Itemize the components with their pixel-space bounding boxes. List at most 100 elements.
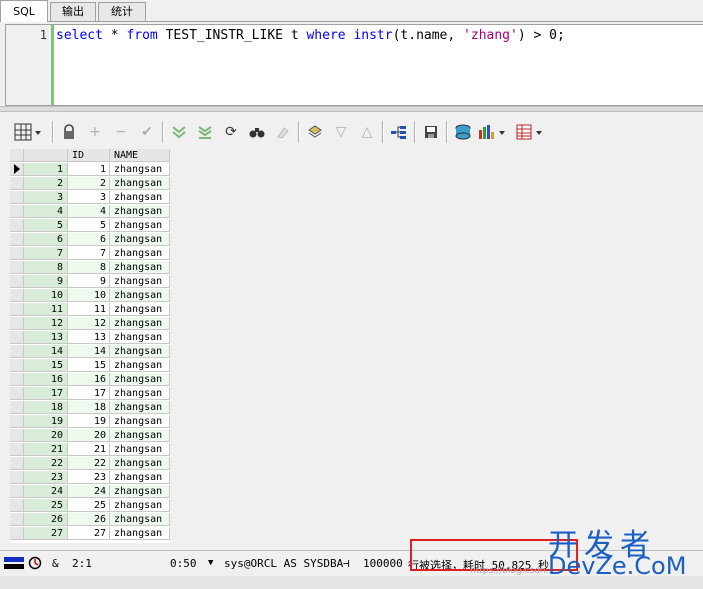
cell-id[interactable]: 25 (68, 499, 110, 512)
export-icon[interactable] (452, 121, 474, 143)
table-row[interactable]: 22 22 zhangsan (10, 457, 170, 471)
cell-id[interactable]: 10 (68, 289, 110, 302)
column-header-name[interactable]: NAME (110, 149, 170, 162)
cell-name[interactable]: zhangsan (110, 401, 170, 414)
cell-name[interactable]: zhangsan (110, 471, 170, 484)
cell-id[interactable]: 16 (68, 373, 110, 386)
table-row[interactable]: 12 12 zhangsan (10, 317, 170, 331)
cell-id[interactable]: 8 (68, 261, 110, 274)
table-icon[interactable] (514, 121, 546, 143)
cell-name[interactable]: zhangsan (110, 275, 170, 288)
row-indicator[interactable] (10, 219, 24, 232)
table-row[interactable]: 4 4 zhangsan (10, 205, 170, 219)
check-icon[interactable]: ✔ (136, 121, 158, 143)
row-indicator[interactable] (10, 191, 24, 204)
table-row[interactable]: 3 3 zhangsan (10, 191, 170, 205)
row-indicator[interactable] (10, 289, 24, 302)
table-row[interactable]: 17 17 zhangsan (10, 387, 170, 401)
refresh-icon[interactable]: ⟳ (220, 121, 242, 143)
cell-name[interactable]: zhangsan (110, 513, 170, 526)
cell-id[interactable]: 1 (68, 163, 110, 176)
cell-id[interactable]: 24 (68, 485, 110, 498)
row-indicator[interactable] (10, 359, 24, 372)
tab-statistics[interactable]: 统计 (98, 2, 146, 21)
cell-id[interactable]: 27 (68, 527, 110, 540)
row-indicator[interactable] (10, 401, 24, 414)
row-indicator[interactable] (10, 177, 24, 190)
cell-id[interactable]: 3 (68, 191, 110, 204)
connection-label[interactable]: sys@ORCL AS SYSDBA (224, 557, 343, 570)
cell-name[interactable]: zhangsan (110, 205, 170, 218)
cell-name[interactable]: zhangsan (110, 261, 170, 274)
cell-name[interactable]: zhangsan (110, 219, 170, 232)
minus-icon[interactable]: − (110, 121, 132, 143)
cell-name[interactable]: zhangsan (110, 345, 170, 358)
cell-id[interactable]: 26 (68, 513, 110, 526)
cell-id[interactable]: 15 (68, 359, 110, 372)
table-row[interactable]: 20 20 zhangsan (10, 429, 170, 443)
cell-name[interactable]: zhangsan (110, 331, 170, 344)
row-indicator[interactable] (10, 527, 24, 540)
cell-name[interactable]: zhangsan (110, 163, 170, 176)
sort-desc-icon[interactable]: ▽ (330, 121, 352, 143)
cell-id[interactable]: 19 (68, 415, 110, 428)
table-row[interactable]: 15 15 zhangsan (10, 359, 170, 373)
row-indicator[interactable] (10, 471, 24, 484)
grid-view-icon[interactable] (12, 121, 44, 143)
sql-editor[interactable]: 1 select * from TEST_INSTR_LIKE t where … (5, 24, 703, 106)
cell-name[interactable]: zhangsan (110, 387, 170, 400)
cell-name[interactable]: zhangsan (110, 289, 170, 302)
cell-name[interactable]: zhangsan (110, 303, 170, 316)
cell-name[interactable]: zhangsan (110, 499, 170, 512)
table-row[interactable]: 24 24 zhangsan (10, 485, 170, 499)
table-row[interactable]: 5 5 zhangsan (10, 219, 170, 233)
cell-name[interactable]: zhangsan (110, 527, 170, 540)
row-indicator[interactable] (10, 513, 24, 526)
row-indicator[interactable] (10, 345, 24, 358)
table-row[interactable]: 16 16 zhangsan (10, 373, 170, 387)
row-indicator[interactable] (10, 205, 24, 218)
row-indicator[interactable] (10, 233, 24, 246)
row-indicator[interactable] (10, 373, 24, 386)
row-indicator[interactable] (10, 499, 24, 512)
query-by-example-icon[interactable] (304, 121, 326, 143)
result-grid[interactable]: ID NAME 1 1 zhangsan 2 2 zhangsan 3 3 zhangsan 4 4… (10, 149, 170, 543)
sql-code-line[interactable]: select * from TEST_INSTR_LIKE t where in… (56, 28, 565, 43)
cell-name[interactable]: zhangsan (110, 485, 170, 498)
cell-id[interactable]: 20 (68, 429, 110, 442)
cell-name[interactable]: zhangsan (110, 317, 170, 330)
table-row[interactable]: 9 9 zhangsan (10, 275, 170, 289)
explain-plan-icon[interactable] (388, 121, 410, 143)
row-indicator[interactable] (10, 247, 24, 260)
editor-splitter[interactable] (0, 106, 703, 112)
clear-icon[interactable] (272, 121, 294, 143)
row-indicator[interactable] (10, 387, 24, 400)
row-indicator[interactable] (10, 303, 24, 316)
table-row[interactable]: 10 10 zhangsan (10, 289, 170, 303)
cell-name[interactable]: zhangsan (110, 177, 170, 190)
row-indicator[interactable] (10, 429, 24, 442)
table-row[interactable]: 7 7 zhangsan (10, 247, 170, 261)
row-indicator[interactable] (10, 163, 24, 176)
lock-icon[interactable] (58, 121, 80, 143)
row-indicator[interactable] (10, 457, 24, 470)
cell-id[interactable]: 13 (68, 331, 110, 344)
cell-name[interactable]: zhangsan (110, 373, 170, 386)
table-row[interactable]: 11 11 zhangsan (10, 303, 170, 317)
connection-dropdown-icon[interactable]: ▼ (208, 558, 213, 568)
cell-name[interactable]: zhangsan (110, 233, 170, 246)
table-row[interactable]: 8 8 zhangsan (10, 261, 170, 275)
cell-id[interactable]: 14 (68, 345, 110, 358)
chart-icon[interactable] (476, 121, 508, 143)
table-row[interactable]: 14 14 zhangsan (10, 345, 170, 359)
table-row[interactable]: 27 27 zhangsan (10, 527, 170, 541)
cell-name[interactable]: zhangsan (110, 429, 170, 442)
row-indicator[interactable] (10, 485, 24, 498)
cell-id[interactable]: 4 (68, 205, 110, 218)
cell-id[interactable]: 2 (68, 177, 110, 190)
table-row[interactable]: 23 23 zhangsan (10, 471, 170, 485)
save-icon[interactable] (420, 121, 442, 143)
table-row[interactable]: 1 1 zhangsan (10, 163, 170, 177)
table-row[interactable]: 26 26 zhangsan (10, 513, 170, 527)
table-row[interactable]: 18 18 zhangsan (10, 401, 170, 415)
